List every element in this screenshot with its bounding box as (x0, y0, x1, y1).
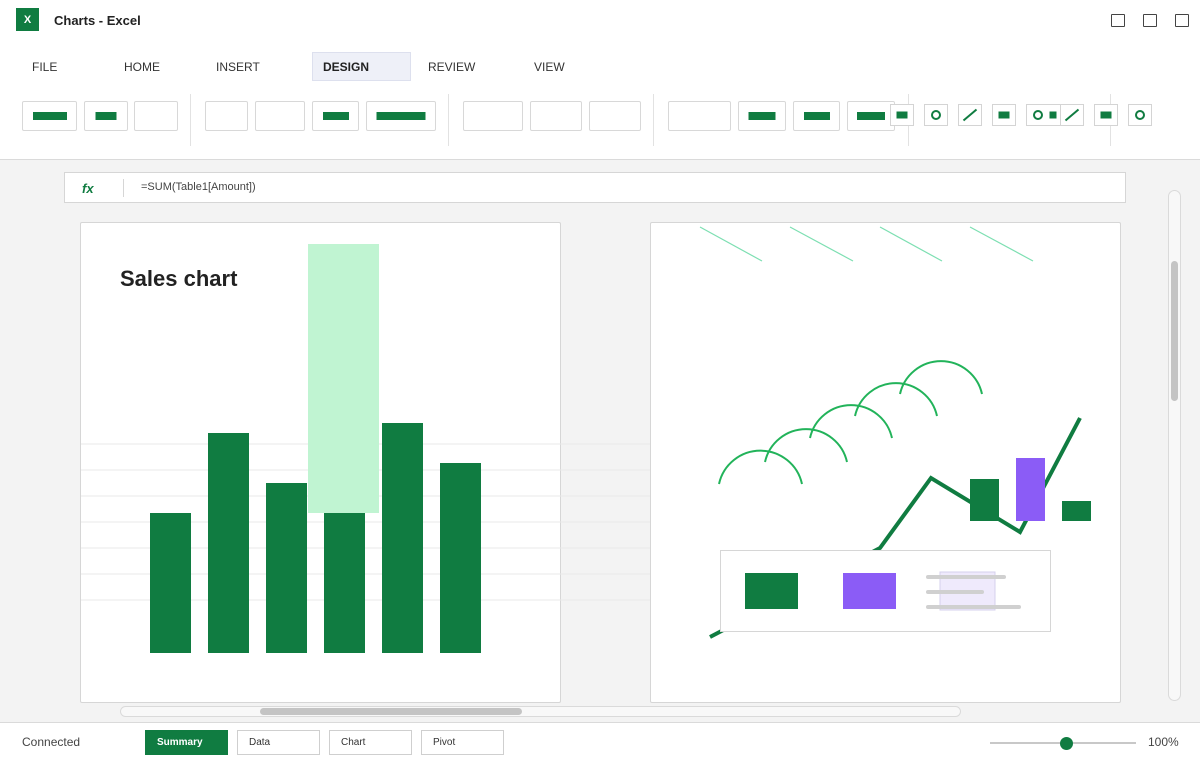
zoom-slider-handle[interactable] (1060, 737, 1073, 750)
status-bar: Connected Summary Data Chart Pivot 100% (0, 722, 1200, 760)
vertical-scroll-thumb[interactable] (1171, 261, 1178, 401)
zoom-level: 100% (1148, 735, 1179, 749)
legend-swatch (745, 573, 798, 609)
chart-hatch-line (699, 226, 763, 262)
chart-bar (1016, 458, 1045, 521)
chart-arc (718, 449, 803, 485)
chart-arc (899, 360, 983, 395)
sheet-tab-data[interactable]: Data (237, 730, 320, 755)
chart-hatch-line (789, 226, 854, 262)
chart-hatch-line (969, 226, 1034, 262)
sheet-tab-summary[interactable]: Summary (145, 730, 228, 755)
connection-status: Connected (22, 735, 81, 749)
horizontal-scrollbar[interactable] (120, 706, 961, 717)
legend-swatch (843, 573, 896, 609)
combo-chart (699, 226, 1091, 639)
chart-hatch-line (879, 226, 943, 262)
chart-bar (970, 479, 999, 521)
chart-bar (1062, 501, 1091, 521)
chart-arc (854, 382, 938, 417)
sheet-tab-pivot[interactable]: Pivot (421, 730, 504, 755)
vertical-scrollbar[interactable] (1168, 190, 1181, 701)
horizontal-scroll-thumb[interactable] (260, 708, 522, 715)
chart-arc (764, 428, 848, 463)
sheet-tab-chart[interactable]: Chart (329, 730, 412, 755)
